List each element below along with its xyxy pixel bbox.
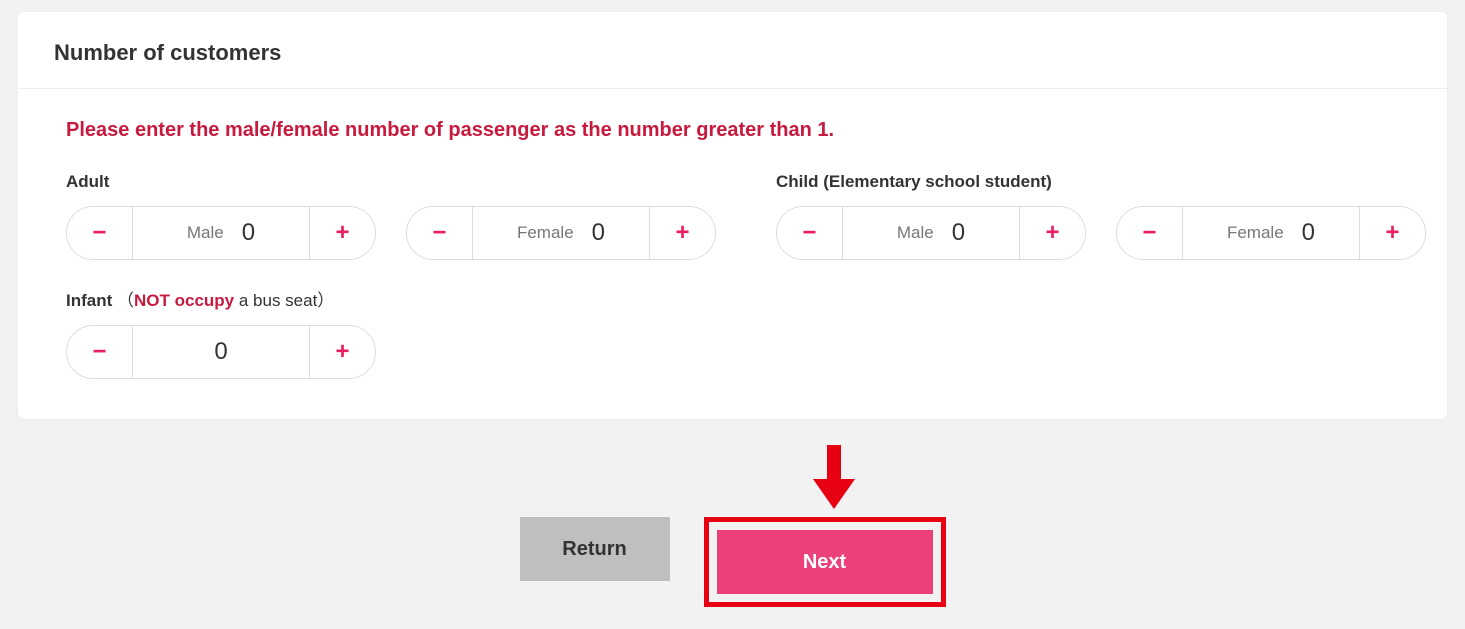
plus-icon: + [1045,219,1059,247]
infant-label: Infant （NOT occupy a bus seat） [66,286,706,311]
adult-female-display: Female 0 [473,207,649,259]
child-male-increment[interactable]: + [1019,207,1085,259]
adult-male-stepper: − Male 0 + [66,206,376,260]
adult-male-display: Male 0 [133,207,309,259]
plus-icon: + [335,338,349,366]
adult-female-sublabel: Female [517,223,574,243]
child-male-stepper: − Male 0 + [776,206,1086,260]
minus-icon: − [1142,219,1156,247]
child-male-sublabel: Male [897,223,934,243]
adult-child-row: Adult − Male 0 + [66,172,1399,260]
minus-icon: − [432,219,446,247]
child-label: Child (Elementary school student) [776,172,1426,192]
infant-increment[interactable]: + [309,326,375,378]
panel-header: Number of customers [18,12,1447,89]
child-female-increment[interactable]: + [1359,207,1425,259]
adult-female-value: 0 [592,219,605,247]
plus-icon: + [675,219,689,247]
infant-stepper: − 0 + [66,325,376,379]
child-group: Child (Elementary school student) − Male… [776,172,1426,260]
adult-female-decrement[interactable]: − [407,207,473,259]
next-highlight-frame: Next [704,517,946,607]
infant-group: Infant （NOT occupy a bus seat） − 0 + [66,286,706,379]
infant-label-suffix: a bus seat） [234,291,334,310]
child-male-decrement[interactable]: − [777,207,843,259]
adult-label: Adult [66,172,716,192]
return-button[interactable]: Return [520,517,670,581]
infant-display: 0 [133,326,309,378]
child-female-decrement[interactable]: − [1117,207,1183,259]
adult-male-increment[interactable]: + [309,207,375,259]
error-message: Please enter the male/female number of p… [66,119,1399,142]
infant-steppers: − 0 + [66,325,706,379]
adult-female-increment[interactable]: + [649,207,715,259]
page-title: Number of customers [54,40,1411,66]
child-female-sublabel: Female [1227,223,1284,243]
adult-male-sublabel: Male [187,223,224,243]
child-male-display: Male 0 [843,207,1019,259]
adult-female-stepper: − Female 0 + [406,206,716,260]
infant-paren-open: （ [117,291,134,310]
child-female-display: Female 0 [1183,207,1359,259]
adult-male-decrement[interactable]: − [67,207,133,259]
panel-body: Please enter the male/female number of p… [18,89,1447,419]
infant-value: 0 [214,338,227,366]
infant-highlight: NOT occupy [134,291,234,310]
child-female-stepper: − Female 0 + [1116,206,1426,260]
child-male-value: 0 [952,219,965,247]
minus-icon: − [92,219,106,247]
adult-group: Adult − Male 0 + [66,172,716,260]
actions-area: Return Next [0,441,1465,607]
child-female-value: 0 [1302,219,1315,247]
next-button[interactable]: Next [717,530,933,594]
plus-icon: + [335,219,349,247]
adult-steppers: − Male 0 + − [66,206,716,260]
minus-icon: − [92,338,106,366]
plus-icon: + [1385,219,1399,247]
infant-decrement[interactable]: − [67,326,133,378]
adult-male-value: 0 [242,219,255,247]
minus-icon: − [802,219,816,247]
customers-panel: Number of customers Please enter the mal… [18,12,1447,419]
child-steppers: − Male 0 + − [776,206,1426,260]
infant-label-prefix: Infant [66,291,112,310]
arrow-down-icon [813,445,855,509]
